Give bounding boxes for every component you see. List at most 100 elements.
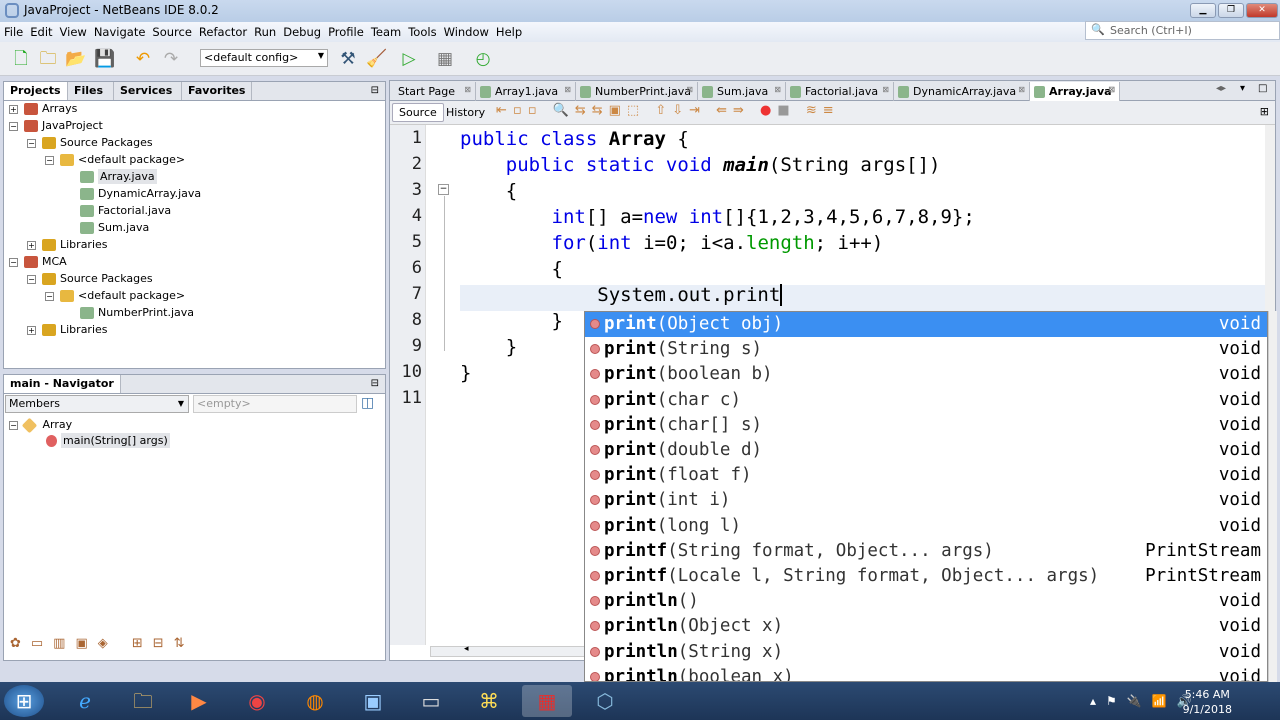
expand-icon[interactable]: + — [27, 325, 36, 335]
collapse-icon[interactable]: − — [45, 155, 54, 165]
python-icon[interactable]: ⌘ — [464, 685, 514, 717]
new-project-icon[interactable]: 🗀 — [37, 48, 59, 70]
close-tab-icon[interactable]: ⊠ — [464, 85, 471, 94]
editor-tab[interactable]: Array1.java ⊠ — [476, 82, 576, 101]
tree-item[interactable]: + Libraries — [27, 238, 108, 251]
search-input[interactable]: 🔍 Search (Ctrl+I) — [1085, 21, 1280, 40]
completion-item[interactable]: println(Object x) void — [585, 614, 1267, 639]
firefox-icon[interactable]: ◍ — [290, 685, 340, 717]
close-tab-icon[interactable]: ⊠ — [686, 85, 693, 94]
collapse-icon[interactable]: − — [9, 257, 18, 267]
close-tab-icon[interactable]: ⊠ — [564, 85, 571, 94]
tree-item[interactable]: − MCA — [9, 255, 67, 268]
navigator-toolbar[interactable]: ✿▭▥▣◈ ⊞⊟⇅ — [10, 636, 240, 654]
editor-tab[interactable]: Array.java ⊠ — [1030, 82, 1120, 101]
members-select[interactable]: Members ▼ — [5, 395, 189, 413]
netbeans-project-icon[interactable]: ▦ — [522, 685, 572, 717]
config-select[interactable]: <default config> ▼ — [200, 49, 328, 67]
menu-edit[interactable]: Edit — [30, 25, 52, 39]
tab-navigator[interactable]: main - Navigator — [4, 375, 121, 393]
tab-scroll-icon[interactable]: ◂▸ — [1216, 83, 1226, 94]
nav-method-node[interactable]: main(String[] args) — [46, 433, 170, 448]
tree-item[interactable]: DynamicArray.java — [63, 187, 201, 200]
expand-icon[interactable]: + — [27, 240, 36, 250]
new-file-icon[interactable]: 🗋 — [10, 48, 32, 70]
completion-item[interactable]: print(double d) void — [585, 438, 1267, 463]
tab-list-icon[interactable]: ▾ — [1240, 83, 1245, 94]
tree-item[interactable]: − <default package> — [45, 289, 185, 302]
menu-refactor[interactable]: Refactor — [199, 25, 247, 39]
history-tab[interactable]: History — [440, 104, 491, 121]
tree-item[interactable]: − Source Packages — [27, 272, 153, 285]
tree-item[interactable]: Array.java — [63, 169, 157, 184]
collapse-icon[interactable]: − — [45, 291, 54, 301]
editor-actions-icon[interactable]: ⇤▫▫ 🔍⇆⇆▣⬚ ⇧⇩⇥ ⇚⇛ ●■ ≋≡ — [496, 103, 840, 118]
minimize-panel-icon[interactable]: ⊟ — [371, 85, 379, 96]
completion-item[interactable]: print(String s) void — [585, 337, 1267, 362]
editor-tab[interactable]: Sum.java ⊠ — [698, 82, 786, 101]
tab-files[interactable]: Files — [68, 82, 114, 100]
completion-item[interactable]: print(char[] s) void — [585, 413, 1267, 438]
close-button[interactable]: ✕ — [1246, 3, 1278, 18]
tree-item[interactable]: + Arrays — [9, 102, 77, 115]
tree-item[interactable]: Sum.java — [63, 221, 149, 234]
menu-help[interactable]: Help — [496, 25, 522, 39]
tab-projects[interactable]: Projects — [4, 82, 68, 100]
netbeans-icon[interactable]: ⬡ — [580, 685, 630, 717]
completion-item[interactable]: print(int i) void — [585, 488, 1267, 513]
tree-item[interactable]: NumberPrint.java — [63, 306, 194, 319]
menu-profile[interactable]: Profile — [328, 25, 364, 39]
menu-source[interactable]: Source — [152, 25, 192, 39]
expand-icon[interactable]: + — [9, 104, 18, 114]
completion-item[interactable]: println() void — [585, 589, 1267, 614]
collapse-icon[interactable]: − — [9, 121, 18, 131]
tab-services[interactable]: Services — [114, 82, 182, 100]
tree-item[interactable]: Factorial.java — [63, 204, 171, 217]
save-all-icon[interactable]: 💾 — [94, 48, 116, 70]
tree-item[interactable]: + Libraries — [27, 323, 108, 336]
menu-file[interactable]: File — [4, 25, 23, 39]
cmd-icon[interactable]: ▭ — [406, 685, 456, 717]
menu-tools[interactable]: Tools — [408, 25, 436, 39]
minimize-panel-icon[interactable]: ⊟ — [371, 378, 379, 389]
close-tab-icon[interactable]: ⊠ — [1108, 85, 1115, 94]
completion-item[interactable]: printf(Locale l, String format, Object..… — [585, 564, 1267, 589]
ie-icon[interactable]: ℯ — [60, 685, 110, 717]
run-icon[interactable]: ▷ — [398, 48, 420, 70]
secondary-select[interactable]: <empty> — [193, 395, 357, 413]
completion-item[interactable]: println(String x) void — [585, 640, 1267, 665]
chrome-icon[interactable]: ◉ — [232, 685, 282, 717]
open-project-icon[interactable]: 📂 — [65, 48, 87, 70]
build-icon[interactable]: ⚒ — [337, 48, 359, 70]
editor-tab[interactable]: Start Page ⊠ — [394, 82, 476, 101]
completion-item[interactable]: print(boolean b) void — [585, 362, 1267, 387]
menu-run[interactable]: Run — [254, 25, 276, 39]
tree-item[interactable]: − <default package> — [45, 153, 185, 166]
completion-item[interactable]: printf(String format, Object... args) Pri… — [585, 539, 1267, 564]
maximize-editor-icon[interactable]: □ — [1258, 83, 1267, 94]
explorer-icon[interactable]: 🗀 — [118, 685, 168, 717]
menu-window[interactable]: Window — [444, 25, 489, 39]
fold-icon[interactable]: − — [438, 184, 449, 195]
debug-icon[interactable]: ▦ — [434, 48, 456, 70]
minimize-button[interactable]: ▁ — [1190, 3, 1216, 18]
editor-tab[interactable]: Factorial.java ⊠ — [786, 82, 894, 101]
undo-icon[interactable]: ↶ — [132, 48, 154, 70]
completion-item[interactable]: print(float f) void — [585, 463, 1267, 488]
clean-build-icon[interactable]: 🧹 — [366, 48, 388, 70]
close-tab-icon[interactable]: ⊠ — [1018, 85, 1025, 94]
close-tab-icon[interactable]: ⊠ — [882, 85, 889, 94]
tab-favorites[interactable]: Favorites — [182, 82, 252, 100]
editor-tab[interactable]: NumberPrint.java ⊠ — [576, 82, 698, 101]
menu-debug[interactable]: Debug — [283, 25, 321, 39]
source-tab[interactable]: Source — [392, 103, 444, 122]
completion-item[interactable]: print(Object obj) void — [585, 312, 1267, 337]
collapse-icon[interactable]: − — [27, 138, 36, 148]
app-icon[interactable]: ▣ — [348, 685, 398, 717]
tree-item[interactable]: − JavaProject — [9, 119, 103, 132]
split-editor-icon[interactable]: ⊞ — [1260, 105, 1269, 118]
completion-scrollbar[interactable] — [1268, 311, 1277, 682]
close-tab-icon[interactable]: ⊠ — [774, 85, 781, 94]
completion-item[interactable]: print(long l) void — [585, 514, 1267, 539]
menu-navigate[interactable]: Navigate — [94, 25, 146, 39]
